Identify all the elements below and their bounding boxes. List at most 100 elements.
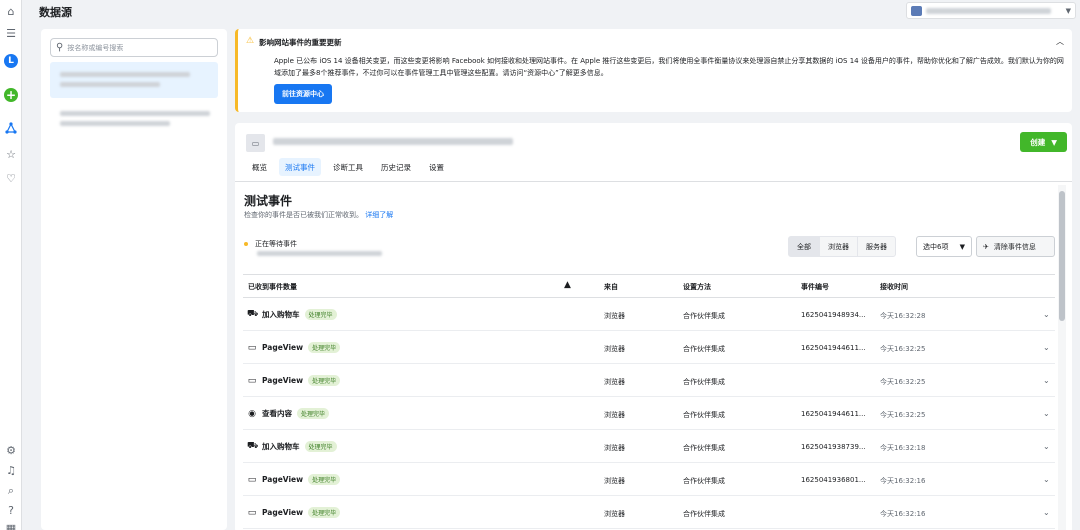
home-icon[interactable]: ⌂ — [3, 3, 19, 19]
data-source-name-redacted — [273, 138, 513, 145]
col-setup-method: 设置方法 — [683, 283, 711, 291]
cart-icon: ⛟ — [247, 309, 259, 319]
event-id: 1625041938739... — [801, 443, 866, 451]
eye-icon: ◉ — [248, 408, 256, 419]
chevron-down-icon[interactable]: ⌄ — [1043, 508, 1050, 517]
waiting-status: 正在等待事件 — [244, 239, 297, 249]
clear-events-label: 清除事件信息 — [993, 242, 1036, 251]
table-row[interactable]: ▭ PageView 处理完毕 浏览器 合作伙伴集成 1625041944611... 今天… — [243, 331, 1055, 364]
col-events-received: 已收到事件数量 — [248, 283, 297, 291]
account-thumbnail — [911, 5, 922, 16]
chevron-up-icon[interactable]: ︿ — [1056, 36, 1064, 47]
col-event-id: 事件编号 — [801, 283, 829, 291]
tab-test-events[interactable]: 测试事件 — [279, 158, 321, 176]
detail-tabs: 概览 测试事件 诊断工具 历史记录 设置 — [246, 158, 450, 176]
events-manager-glyph — [5, 122, 17, 134]
col-source: 来自 — [604, 283, 618, 291]
chevron-down-icon[interactable]: ⌄ — [1043, 376, 1050, 385]
chevron-down-icon: ▼ — [1065, 6, 1071, 15]
learn-more-link[interactable]: 详细了解 — [365, 211, 393, 219]
table-row[interactable]: ⛟ 加入购物车 处理完毕 浏览器 合作伙伴集成 1625041948934... 今天16:… — [243, 298, 1055, 331]
event-source: 浏览器 — [604, 345, 625, 353]
filter-all-button[interactable]: 全部 — [788, 236, 820, 257]
event-setup-method: 合作伙伴集成 — [683, 477, 725, 485]
event-received-time: 今天16:32:25 — [880, 345, 926, 353]
filter-server-button[interactable]: 服务器 — [857, 236, 896, 257]
source-list-item[interactable] — [50, 101, 218, 137]
notice-title: 影响网站事件的重要更新 — [259, 38, 342, 47]
event-id: 1625041944611... — [801, 344, 866, 352]
add-icon[interactable]: + — [4, 88, 18, 102]
table-row[interactable]: ▭ PageView 处理完毕 浏览器 合作伙伴集成 今天16:32:25 ⌄ — [243, 364, 1055, 397]
warning-icon: ⚠ — [246, 36, 255, 46]
section-description-text: 检查你的事件是否已被我们正常收到。 — [244, 211, 363, 219]
account-name-redacted — [926, 7, 1051, 14]
event-name: ▭ PageView 处理完毕 — [247, 342, 341, 353]
account-selector[interactable]: ▼ — [906, 2, 1076, 19]
source-search-input[interactable] — [67, 43, 208, 52]
star-icon[interactable]: ☆ — [3, 146, 19, 162]
source-id-redacted — [60, 121, 170, 126]
event-name: ⛟ 加入购物车 处理完毕 — [247, 441, 337, 452]
help-icon[interactable]: ? — [3, 502, 19, 518]
chevron-down-icon[interactable]: ⌄ — [1043, 442, 1050, 451]
caret-down-icon: ▼ — [959, 242, 965, 251]
event-select-label: 选中6项 — [923, 242, 949, 251]
menu-icon[interactable]: ☰ — [3, 25, 19, 41]
data-source-icon: ▭ — [246, 134, 265, 152]
status-badge: 处理完毕 — [308, 474, 341, 485]
source-name-redacted — [60, 111, 210, 116]
megaphone-icon: ✈ — [983, 242, 989, 251]
event-source: 浏览器 — [604, 477, 625, 485]
chevron-down-icon[interactable]: ⌄ — [1043, 310, 1050, 319]
events-manager-icon[interactable] — [3, 120, 19, 136]
source-search[interactable]: ⚲ — [50, 38, 218, 57]
partner-icon[interactable]: ♡ — [3, 170, 19, 186]
event-setup-method: 合作伙伴集成 — [683, 411, 725, 419]
events-table: 已收到事件数量 ▲ 来自 设置方法 事件编号 接收时间 ⛟ 加入购物车 处理完毕 浏览… — [243, 274, 1055, 529]
clear-events-button[interactable]: ✈ 清除事件信息 — [976, 236, 1055, 257]
filter-browser-button[interactable]: 浏览器 — [819, 236, 858, 257]
tab-settings[interactable]: 设置 — [423, 158, 450, 176]
tab-diagnostics[interactable]: 诊断工具 — [327, 158, 369, 176]
avatar[interactable]: L — [4, 54, 18, 68]
event-source: 浏览器 — [604, 411, 625, 419]
source-filter-group: 全部 浏览器 服务器 — [788, 236, 896, 257]
event-name: ⛟ 加入购物车 处理完毕 — [247, 309, 337, 320]
table-row[interactable]: ◉ 查看内容 处理完毕 浏览器 合作伙伴集成 1625041944611... 今天16:3… — [243, 397, 1055, 430]
tab-overview[interactable]: 概览 — [246, 158, 273, 176]
event-setup-method: 合作伙伴集成 — [683, 312, 725, 320]
event-name-label: PageView — [262, 343, 304, 352]
chevron-down-icon[interactable]: ⌄ — [1043, 475, 1050, 484]
grid-icon[interactable]: ▦ — [3, 520, 19, 530]
scrollbar-thumb[interactable] — [1059, 191, 1065, 321]
table-row[interactable]: ▭ PageView 处理完毕 浏览器 合作伙伴集成 1625041936801... 今天… — [243, 463, 1055, 496]
page-icon: ▭ — [247, 342, 257, 353]
settings-icon[interactable]: ⚙ — [3, 442, 19, 458]
status-badge: 处理完毕 — [297, 408, 330, 419]
event-name: ▭ PageView 处理完毕 — [247, 375, 341, 386]
source-list-item-selected[interactable] — [50, 62, 218, 98]
event-name: ▭ PageView 处理完毕 — [247, 474, 341, 485]
status-badge: 处理完毕 — [304, 309, 337, 320]
warning-icon: ▲ — [564, 280, 571, 290]
table-row[interactable]: ▭ PageView 处理完毕 浏览器 合作伙伴集成 今天16:32:16 ⌄ — [243, 496, 1055, 529]
page-title: 数据源 — [39, 6, 72, 19]
bell-icon[interactable]: ♫ — [3, 462, 19, 478]
resource-center-button[interactable]: 前往资源中心 — [274, 84, 332, 104]
table-row[interactable]: ⛟ 加入购物车 处理完毕 浏览器 合作伙伴集成 1625041938739... 今天16:… — [243, 430, 1055, 463]
waiting-text: 正在等待事件 — [255, 240, 297, 248]
chevron-down-icon[interactable]: ⌄ — [1043, 343, 1050, 352]
scrollbar[interactable] — [1058, 185, 1066, 530]
event-id: 1625041936801... — [801, 476, 866, 484]
data-source-detail: ▭ 创建 ▼ 概览 测试事件 诊断工具 历史记录 设置 测试事件 检查你的事件是… — [235, 123, 1072, 530]
create-button[interactable]: 创建 ▼ — [1020, 132, 1067, 152]
chevron-down-icon[interactable]: ⌄ — [1043, 409, 1050, 418]
search-icon: ⚲ — [56, 42, 64, 53]
tab-history[interactable]: 历史记录 — [375, 158, 417, 176]
search-icon[interactable]: ⌕ — [3, 482, 19, 498]
event-source: 浏览器 — [604, 378, 625, 386]
event-setup-method: 合作伙伴集成 — [683, 444, 725, 452]
status-badge: 处理完毕 — [308, 375, 341, 386]
event-select-dropdown[interactable]: 选中6项 ▼ — [916, 236, 972, 257]
